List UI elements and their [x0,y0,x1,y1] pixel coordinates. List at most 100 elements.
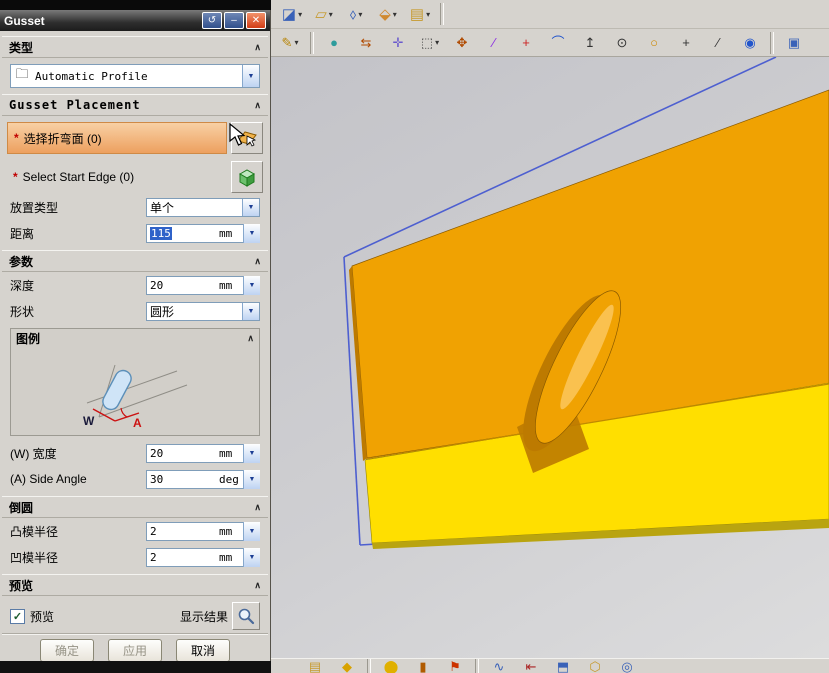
collapse-icon[interactable]: ∧ [254,256,261,267]
bottom-pin-icon[interactable]: ◆ [332,659,362,673]
side-angle-field: 30 deg ▼ [146,469,260,489]
point-icon[interactable]: + [511,30,541,56]
dialog-titlebar[interactable]: Gusset ↺ – ✕ [0,10,270,31]
extrude-icon[interactable]: ⬙ ▾ [373,1,403,27]
bottom-note-icon: ▮ [419,659,427,673]
datum-plane-icon[interactable]: ▱ ▾ [309,1,339,27]
section-parameters[interactable]: 参数 ∧ [2,250,268,272]
slash-icon[interactable]: ∕ [703,30,733,56]
side-angle-options-icon[interactable]: ▼ [243,469,260,489]
dialog-minimize-button[interactable]: – [224,12,244,29]
select-bend-face-prompt[interactable]: * 选择折弯面 (0) [7,122,227,154]
bottom-link-icon[interactable]: ⬡ [580,659,610,673]
bottom-bulb-icon[interactable]: ⬤ [376,659,406,673]
placement-type-combo[interactable]: 单个 ▼ [146,197,260,217]
select-start-edge-prompt[interactable]: * Select Start Edge (0) [7,162,227,192]
shape-dropdown-icon[interactable]: ▼ [242,302,259,320]
collapse-icon[interactable]: ∧ [254,42,261,53]
marquee-select-icon: ⬚ [420,35,434,50]
plus-icon[interactable]: + [671,30,701,56]
line-icon[interactable]: ∕ [479,30,509,56]
legend-group: 图例 ∧ W A [10,328,260,436]
legend-header[interactable]: 图例 ∧ [11,329,259,347]
move-handle-icon[interactable]: ✥ [447,30,477,56]
arc-icon[interactable]: ⌒ [543,30,573,56]
punch-radius-unit[interactable]: mm [219,521,243,541]
side-angle-input[interactable]: 30 [146,469,219,489]
cancel-button[interactable]: 取消 [176,638,230,661]
profile-type-dropdown-icon[interactable]: ▼ [242,65,259,87]
apply-button[interactable]: 应用 [108,638,162,661]
section-fillet[interactable]: 倒圆 ∧ [2,496,268,518]
gusset-dialog: Gusset ↺ – ✕ 类型 ∧ 🗀 Automatic Profile ▼ … [0,10,271,661]
dropdown-arrow-icon[interactable]: ▾ [298,10,302,19]
line-icon: ∕ [492,35,496,50]
collapse-icon[interactable]: ∧ [254,502,261,513]
dropdown-arrow-icon[interactable]: ▾ [329,10,333,19]
section-gusset-placement[interactable]: Gusset Placement ∧ [2,94,268,116]
punch-radius-options-icon[interactable]: ▼ [243,521,260,541]
distance-unit[interactable]: mm [219,223,243,243]
bottom-layers-icon[interactable]: ▤ [300,659,330,673]
profile-type-combo[interactable]: 🗀 Automatic Profile ▼ [10,64,260,88]
bottom-box-icon[interactable]: ⬒ [548,659,578,673]
shape-combo[interactable]: 圆形 ▼ [146,301,260,321]
dropdown-arrow-icon[interactable]: ▾ [294,38,298,47]
bottom-curve-icon[interactable]: ∿ [484,659,514,673]
punch-radius-input[interactable]: 2 [146,521,219,541]
snap-point-icon[interactable]: ✛ [383,30,413,56]
select-start-edge-label: Select Start Edge (0) [22,170,135,184]
dialog-close-button[interactable]: ✕ [246,12,266,29]
marquee-select-icon[interactable]: ⬚ ▾ [415,30,445,56]
sphere-icon[interactable]: ● [319,30,349,56]
swap-arrows-icon[interactable]: ⇆ [351,30,381,56]
width-input[interactable]: 20 [146,443,219,463]
preview-checkbox[interactable]: ✓ [10,608,25,624]
die-radius-unit[interactable]: mm [219,547,243,567]
bottom-dim-icon[interactable]: ⇤ [516,659,546,673]
circle-icon[interactable]: ○ [639,30,669,56]
axis-up-icon[interactable]: ↥ [575,30,605,56]
depth-options-icon[interactable]: ▼ [243,275,260,295]
bottom-note-icon[interactable]: ▮ [408,659,438,673]
profile-type-value: Automatic Profile [35,69,148,83]
distance-options-icon[interactable]: ▼ [243,223,260,243]
preview-row: ✓ 预览 显示结果 [10,601,260,631]
section-type[interactable]: 类型 ∧ [2,36,268,58]
bottom-edge-strip [0,661,271,673]
collapse-icon[interactable]: ∧ [254,100,261,111]
placement-type-row: 放置类型 单个 ▼ [10,197,260,217]
dropdown-arrow-icon[interactable]: ▾ [393,10,397,19]
task-environment-icon[interactable]: ◪ ▾ [277,1,307,27]
sketch-icon[interactable]: ✎ ▾ [275,30,305,56]
sheet-stack-icon[interactable]: ▤ ▾ [405,1,435,27]
dropdown-arrow-icon[interactable]: ▾ [435,38,439,47]
model-canvas [343,57,829,549]
datum-csys-icon[interactable]: ⬨ ▾ [341,1,371,27]
depth-unit[interactable]: mm [219,275,243,295]
graphics-viewport[interactable] [271,57,829,658]
width-unit[interactable]: mm [219,443,243,463]
select-face-button[interactable] [231,122,263,154]
section-preview[interactable]: 预览 ∧ [2,574,268,596]
die-radius-input[interactable]: 2 [146,547,219,567]
select-edge-button[interactable] [231,161,263,193]
distance-input[interactable]: 115 [146,223,219,243]
side-angle-unit[interactable]: deg [219,469,243,489]
circle-dot-icon[interactable]: ⊙ [607,30,637,56]
depth-input[interactable]: 20 [146,275,219,295]
dropdown-arrow-icon[interactable]: ▾ [426,10,430,19]
width-options-icon[interactable]: ▼ [243,443,260,463]
collapse-icon[interactable]: ∧ [254,580,261,591]
shaded-view-cube-icon[interactable]: ▣ [779,30,809,56]
collapse-icon[interactable]: ∧ [247,333,254,344]
dialog-rollback-button[interactable]: ↺ [202,12,222,29]
dropdown-arrow-icon[interactable]: ▾ [358,10,362,19]
die-radius-options-icon[interactable]: ▼ [243,547,260,567]
ok-button[interactable]: 确定 [40,638,94,661]
show-result-button[interactable] [232,602,260,630]
eye-icon[interactable]: ◉ [735,30,765,56]
bottom-target-icon[interactable]: ◎ [612,659,642,673]
bottom-flag-icon[interactable]: ⚑ [440,659,470,673]
placement-type-dropdown-icon[interactable]: ▼ [242,198,259,216]
